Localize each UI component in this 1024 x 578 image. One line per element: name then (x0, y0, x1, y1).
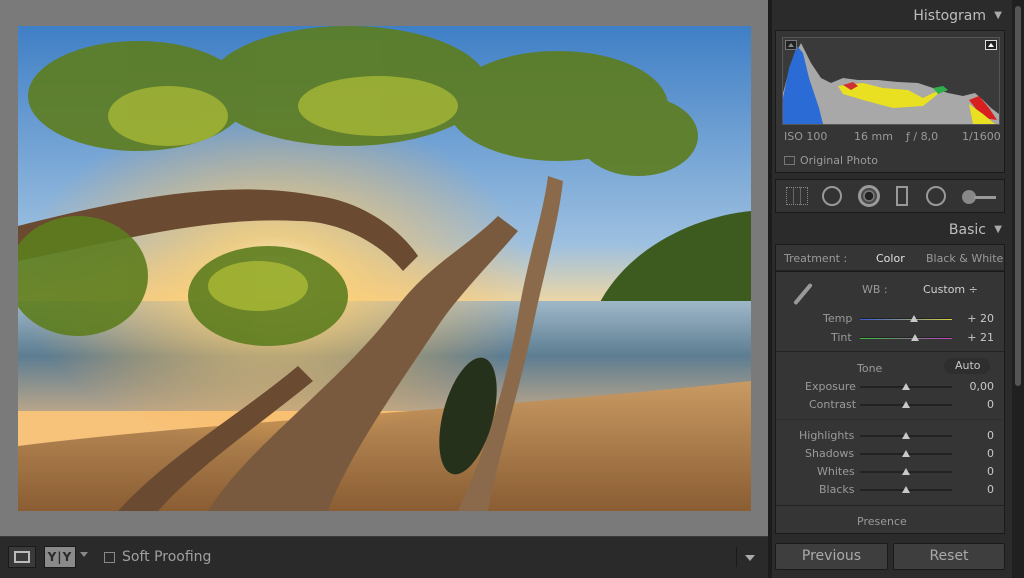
temp-slider-track[interactable] (860, 318, 952, 320)
radial-filter-icon (926, 186, 946, 206)
basic-collapse-icon[interactable]: ▼ (994, 224, 1002, 235)
highlights-slider-knob[interactable] (902, 432, 910, 439)
divider (776, 505, 1004, 506)
shutter-value: 1/1600 (962, 130, 1001, 143)
blacks-slider-knob[interactable] (902, 486, 910, 493)
histogram-graph (782, 37, 1000, 125)
contrast-label: Contrast (809, 398, 857, 411)
divider (776, 351, 1004, 352)
scrollbar-thumb[interactable] (1015, 6, 1021, 386)
loupe-icon (14, 551, 30, 563)
treatment-row: Treatment : Color Black & White (775, 244, 1005, 271)
tone-label: Tone (857, 362, 883, 375)
original-photo-label[interactable]: Original Photo (800, 154, 878, 167)
treatment-bw-option[interactable]: Black & White (926, 252, 1003, 265)
graduated-filter-icon (896, 186, 908, 206)
wb-eyedropper-tool[interactable] (786, 280, 816, 310)
divider (776, 419, 1004, 420)
toolbar-menu-button[interactable] (736, 547, 760, 567)
red-eye-icon (858, 185, 880, 207)
temp-value[interactable]: + 20 (954, 312, 994, 325)
whites-value[interactable]: 0 (954, 465, 994, 478)
basic-panel: WB : Custom ÷ Temp + 20 Tint + 21 Tone A… (775, 271, 1005, 534)
contrast-value[interactable]: 0 (954, 398, 994, 411)
soft-proofing-label[interactable]: Soft Proofing (122, 549, 211, 565)
treatment-label: Treatment : (784, 252, 848, 265)
focal-length-value: 16 mm (854, 130, 893, 143)
histogram-panel: ISO 100 16 mm ƒ / 8,0 1/1600 Original Ph… (775, 30, 1005, 173)
tone-auto-label: Auto (955, 359, 981, 372)
basic-title[interactable]: Basic (949, 222, 986, 238)
whites-label: Whites (817, 465, 855, 478)
previous-button[interactable]: Previous (775, 543, 888, 570)
reset-button[interactable]: Reset (893, 543, 1005, 570)
shadows-slider-knob[interactable] (902, 450, 910, 457)
contrast-slider-knob[interactable] (902, 401, 910, 408)
iso-value: ISO 100 (784, 130, 828, 143)
panel-scrollbar[interactable] (1012, 0, 1024, 578)
blacks-value[interactable]: 0 (954, 483, 994, 496)
wb-label: WB : (862, 283, 888, 296)
tint-value[interactable]: + 21 (954, 331, 994, 344)
whites-slider-knob[interactable] (902, 468, 910, 475)
soft-proofing-checkbox[interactable] (104, 552, 115, 563)
presence-label: Presence (857, 515, 907, 528)
right-panel: Histogram ▼ ISO 100 16 mm ƒ / 8,0 1/1600… (772, 0, 1012, 578)
tint-label: Tint (831, 331, 852, 344)
blacks-label: Blacks (819, 483, 855, 496)
crop-overlay-tool[interactable] (786, 187, 808, 205)
highlight-clipping-icon[interactable] (985, 40, 997, 50)
tool-strip (775, 179, 1005, 213)
histogram-title[interactable]: Histogram (913, 8, 986, 24)
treatment-color-option[interactable]: Color (876, 252, 905, 265)
loupe-view-button[interactable] (8, 546, 36, 568)
shadow-clipping-icon[interactable] (785, 40, 797, 50)
histogram-chart (783, 43, 999, 124)
shadows-value[interactable]: 0 (954, 447, 994, 460)
before-after-button[interactable]: Y|Y (44, 546, 76, 568)
original-photo-checkbox[interactable] (784, 156, 795, 165)
red-eye-tool[interactable] (858, 185, 882, 209)
before-after-icon: Y|Y (47, 550, 73, 564)
aperture-value: ƒ / 8,0 (906, 130, 939, 143)
bottom-toolbar: Y|Y Soft Proofing (0, 536, 768, 578)
spot-removal-icon (822, 186, 842, 206)
tint-slider-track[interactable] (860, 337, 952, 339)
temp-slider-knob[interactable] (910, 315, 918, 322)
before-after-dropdown-icon[interactable] (80, 552, 88, 557)
wb-dropdown[interactable]: Custom ÷ (923, 283, 978, 296)
photo-image (18, 26, 751, 511)
adjustment-brush-tool[interactable] (962, 188, 998, 206)
radial-filter-tool[interactable] (926, 186, 948, 208)
highlights-value[interactable]: 0 (954, 429, 994, 442)
eyedropper-icon (793, 282, 813, 306)
tint-slider-knob[interactable] (911, 334, 919, 341)
photo-preview[interactable] (18, 26, 751, 511)
tone-auto-button[interactable]: Auto (944, 358, 990, 374)
histogram-collapse-icon[interactable]: ▼ (994, 10, 1002, 21)
exposure-label: Exposure (805, 380, 856, 393)
temp-label: Temp (823, 312, 853, 325)
graduated-filter-tool[interactable] (896, 186, 910, 208)
shadows-label: Shadows (805, 447, 855, 460)
crop-grid-icon (786, 187, 808, 205)
exposure-value[interactable]: 0,00 (954, 380, 995, 393)
toolbar-chevron-down-icon (745, 555, 755, 561)
highlights-label: Highlights (799, 429, 855, 442)
exposure-slider-knob[interactable] (902, 383, 910, 390)
spot-removal-tool[interactable] (822, 186, 844, 208)
image-canvas (0, 0, 768, 536)
